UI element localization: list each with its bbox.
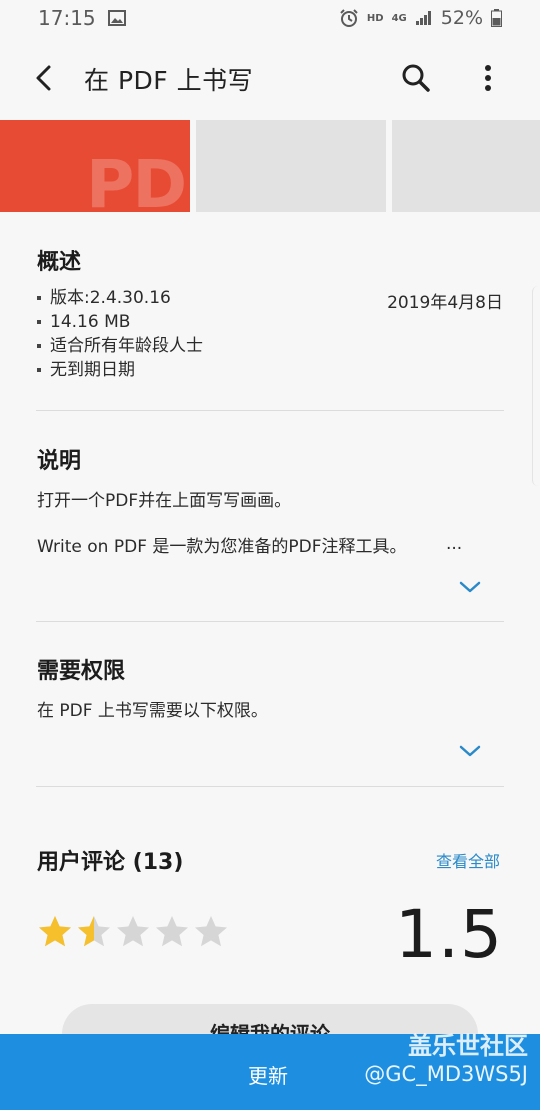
watermark-title: 盖乐世社区 <box>408 1032 528 1060</box>
permissions-text: 在 PDF 上书写需要以下权限。 <box>37 701 268 721</box>
divider <box>36 786 504 787</box>
screenshot-1[interactable]: PD <box>0 120 190 212</box>
age-rating-item: 适合所有年龄段人士 <box>37 334 203 358</box>
star-icon <box>156 916 188 947</box>
version-item: 版本:2.4.30.16 <box>37 286 203 310</box>
divider <box>36 621 504 622</box>
update-button-label[interactable]: 更新 <box>248 1060 288 1089</box>
back-button[interactable] <box>26 58 62 98</box>
watermark-handle: @GC_MD3WS5J <box>364 1062 528 1086</box>
overview-title: 概述 <box>37 250 82 275</box>
status-left: 17:15 <box>38 6 126 30</box>
divider <box>36 410 504 411</box>
hd-indicator: HD <box>366 12 384 24</box>
more-vert-icon <box>485 65 491 91</box>
star-icon <box>195 916 227 947</box>
image-icon <box>107 10 126 26</box>
status-right: HD 4G 52% <box>339 7 502 29</box>
reviews-title: 用户评论 (13) <box>37 850 184 875</box>
chevron-down-icon <box>459 581 481 593</box>
status-time: 17:15 <box>38 6 96 30</box>
see-all-reviews-link[interactable]: 查看全部 <box>436 848 500 872</box>
star-rating <box>37 914 229 950</box>
chevron-down-icon <box>459 745 481 757</box>
overview-list: 版本:2.4.30.16 14.16 MB 适合所有年龄段人士 无到期日期 <box>37 286 203 382</box>
edge-panel-handle[interactable] <box>532 286 540 486</box>
expiry-item: 无到期日期 <box>37 358 203 382</box>
alarm-icon <box>339 8 359 28</box>
expand-permissions-button[interactable] <box>456 742 484 760</box>
back-arrow-icon <box>36 65 51 91</box>
status-bar: 17:15 HD 4G 52% <box>0 0 540 36</box>
more-options-button[interactable] <box>468 58 508 98</box>
signal-icon <box>415 10 433 26</box>
star-icon <box>39 916 71 947</box>
page-title: 在 PDF 上书写 <box>84 66 254 95</box>
release-date: 2019年4月8日 <box>387 293 503 313</box>
size-item: 14.16 MB <box>37 310 203 334</box>
description-ellipsis: ... <box>446 534 463 554</box>
battery-percent: 52% <box>440 7 483 29</box>
update-bar[interactable]: 更新 盖乐世社区 @GC_MD3WS5J <box>0 1032 540 1110</box>
search-icon <box>402 64 430 92</box>
average-rating: 1.5 <box>395 896 503 973</box>
description-title: 说明 <box>37 449 82 474</box>
description-line-1: 打开一个PDF并在上面写写画画。 <box>37 491 292 511</box>
star-icon <box>117 916 149 947</box>
app-bar: 在 PDF 上书写 <box>0 36 540 120</box>
permissions-title: 需要权限 <box>37 659 126 684</box>
star-icon <box>78 916 110 947</box>
battery-icon <box>491 9 502 27</box>
pdf-logo-mark: PD <box>86 146 187 212</box>
description-line-2: Write on PDF 是一款为您准备的PDF注释工具。 <box>37 537 407 557</box>
network-type: 4G <box>391 12 407 24</box>
screenshot-2[interactable] <box>196 120 386 212</box>
screenshot-strip[interactable]: PD <box>0 120 540 212</box>
expand-description-button[interactable] <box>456 578 484 596</box>
screenshot-3[interactable] <box>392 120 540 212</box>
search-button[interactable] <box>396 58 436 98</box>
